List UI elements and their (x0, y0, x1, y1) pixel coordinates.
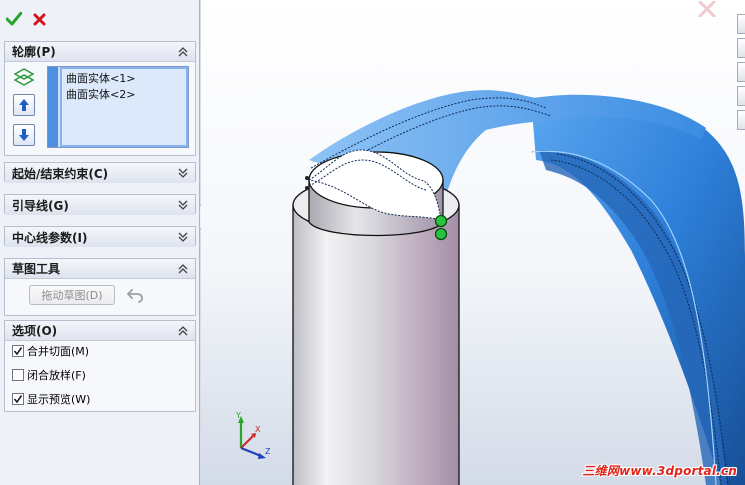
options-title: 选项(O) (12, 324, 58, 338)
profile-section: 轮廓(P) 曲面实体<1> 曲面实体<2> (4, 41, 196, 156)
options-header[interactable]: 选项(O) (5, 321, 195, 341)
guide-curves-section[interactable]: 引导线(G) (4, 194, 196, 215)
undo-icon (126, 289, 143, 303)
sketch-tools-section: 草图工具 拖动草图(D) (4, 258, 196, 316)
guide-curves-title: 引导线(G) (12, 198, 69, 213)
chevron-down-double-icon[interactable] (177, 167, 189, 179)
checkmark-icon (13, 395, 23, 404)
centerline-parameters-title: 中心线参数(I) (12, 230, 88, 245)
close-loft-label: 闭合放样(F) (27, 369, 86, 382)
list-item[interactable]: 曲面实体<1> (66, 70, 135, 86)
reference-triad: Y X Z (235, 411, 271, 459)
heads-up-toolbar (737, 14, 745, 132)
view-tool-button[interactable] (737, 38, 745, 58)
checkmark-icon (13, 347, 23, 356)
watermark-text: 三维网www.3dportal.cn (582, 464, 737, 478)
centerline-parameters-header[interactable]: 中心线参数(I) (5, 227, 195, 247)
options-section: 选项(O) 合并切面(M) 闭合放样(F) 显示预览(W) (4, 320, 196, 412)
model-scene (201, 0, 745, 485)
show-preview-label: 显示预览(W) (27, 393, 91, 406)
guide-curves-header[interactable]: 引导线(G) (5, 195, 195, 215)
ok-button[interactable] (5, 10, 23, 28)
move-down-button[interactable] (13, 124, 35, 146)
triad-y-label: Y (235, 411, 241, 420)
show-preview-checkbox[interactable] (12, 393, 24, 405)
triad-z-label: Z (265, 447, 271, 456)
merge-tangent-faces-label: 合并切面(M) (27, 345, 90, 358)
start-end-constraints-header[interactable]: 起始/结束约束(C) (5, 163, 195, 183)
loft-profile-icon (13, 68, 35, 86)
cancel-button[interactable] (30, 10, 48, 28)
view-tool-button[interactable] (737, 14, 745, 34)
graphics-viewport[interactable]: Y X Z 三维网www.3dportal.cn (201, 0, 745, 485)
sketch-tools-title: 草图工具 (12, 262, 61, 276)
panel-toolbar (0, 0, 199, 36)
merge-tangent-faces-option[interactable]: 合并切面(M) (12, 343, 89, 359)
arrow-up-icon (19, 99, 29, 111)
chevron-down-double-icon[interactable] (177, 199, 189, 211)
close-loft-checkbox[interactable] (12, 369, 24, 381)
chevron-down-double-icon[interactable] (177, 231, 189, 243)
show-preview-option[interactable]: 显示预览(W) (12, 391, 90, 407)
close-x-icon (33, 13, 45, 25)
chevron-up-double-icon[interactable] (177, 325, 189, 337)
start-end-constraints-title: 起始/结束约束(C) (12, 166, 109, 181)
list-item[interactable]: 曲面实体<2> (66, 86, 135, 102)
centerline-parameters-section[interactable]: 中心线参数(I) (4, 226, 196, 247)
view-tool-button[interactable] (737, 110, 745, 130)
checkmark-icon (6, 12, 22, 26)
chevron-up-double-icon[interactable] (177, 263, 189, 275)
undo-button[interactable] (125, 285, 145, 305)
view-tool-button[interactable] (737, 86, 745, 106)
arrow-down-icon (19, 129, 29, 141)
move-up-button[interactable] (13, 94, 35, 116)
close-x-icon (698, 1, 716, 17)
profile-section-header[interactable]: 轮廓(P) (5, 42, 195, 62)
view-tool-button[interactable] (737, 62, 745, 82)
profile-list[interactable]: 曲面实体<1> 曲面实体<2> (47, 66, 189, 148)
property-manager-panel: 轮廓(P) 曲面实体<1> 曲面实体<2> 起始/结束约束(C) 引导线(G) … (0, 0, 200, 485)
start-end-constraints-section[interactable]: 起始/结束约束(C) (4, 162, 196, 183)
close-view-button[interactable] (696, 0, 718, 18)
merge-tangent-faces-checkbox[interactable] (12, 345, 24, 357)
drag-sketch-button[interactable]: 拖动草图(D) (29, 285, 115, 305)
triad-x-label: X (255, 425, 261, 434)
profile-section-title: 轮廓(P) (12, 45, 56, 59)
chevron-up-double-icon[interactable] (177, 46, 189, 58)
close-loft-option[interactable]: 闭合放样(F) (12, 367, 86, 383)
sketch-tools-header[interactable]: 草图工具 (5, 259, 195, 279)
